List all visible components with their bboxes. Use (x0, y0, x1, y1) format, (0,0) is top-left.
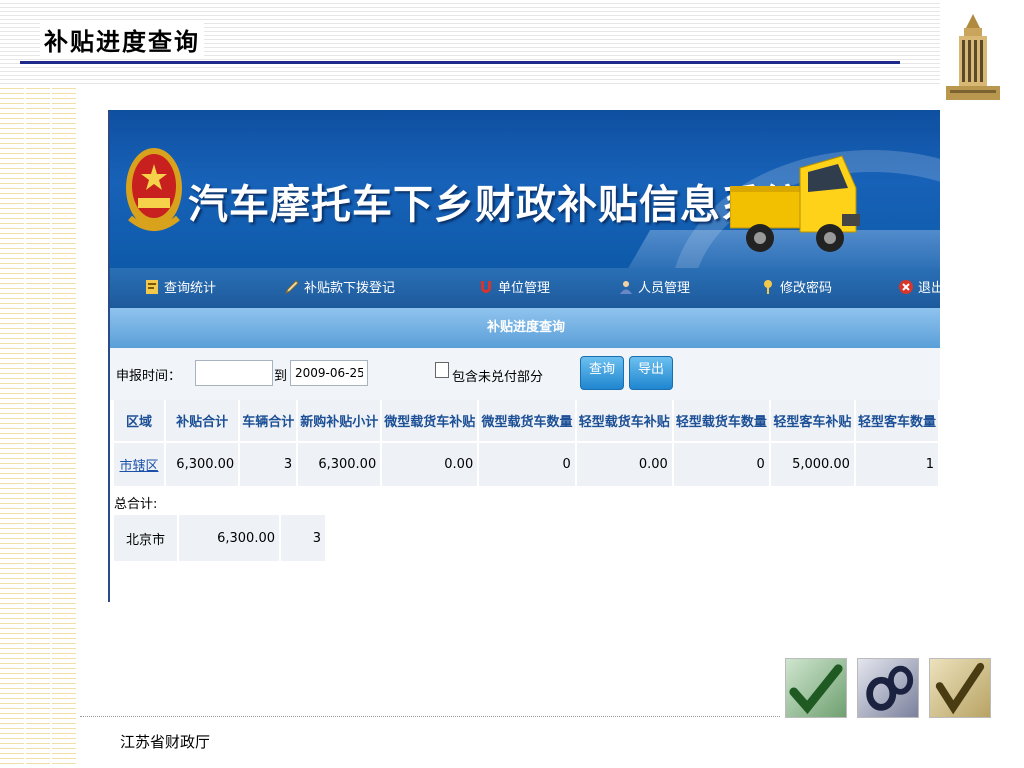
export-button[interactable]: 导出 (629, 356, 673, 390)
check-pen-decoration-icon (929, 658, 991, 718)
date-range-label: 申报时间： (116, 369, 182, 384)
query-button[interactable]: 查询 (580, 356, 624, 390)
zero-decoration-icon (857, 658, 919, 718)
header-light-truck-count: 轻型载货车数量 (672, 400, 771, 442)
key-icon (764, 279, 772, 294)
nav-change-password[interactable]: 修改密码 (760, 277, 832, 296)
report-icon (146, 279, 158, 294)
nav-label: 单位管理 (498, 281, 551, 296)
start-date-input[interactable] (195, 360, 273, 386)
query-form: 申报时间： 到 包含未兑付部分 查询 导出 (110, 348, 940, 400)
header-vehicle-total: 车辆合计 (239, 400, 299, 442)
include-unpaid-label: 包含未兑付部分 (452, 370, 544, 385)
total-vehicle-cell: 3 (280, 515, 327, 561)
region-link-cell: 市辖区 (114, 441, 166, 486)
close-icon (899, 279, 913, 294)
section-title: 补贴进度查询 (110, 308, 940, 348)
table-cell: 0.00 (381, 441, 480, 486)
building-icon (946, 14, 1000, 100)
region-link[interactable]: 市辖区 (119, 459, 158, 474)
header-mini-truck-count: 微型载货车数量 (478, 400, 577, 442)
table-cell: 0 (672, 441, 771, 486)
table-cell: 6,300.00 (164, 441, 241, 486)
table-cell: 0 (478, 441, 577, 486)
nav-label: 查询统计 (164, 281, 217, 296)
header-mini-truck-subsidy: 微型载货车补贴 (381, 400, 480, 442)
table-header-row: 区域 补贴合计 车辆合计 新购补贴小计 微型载货车补贴 微型载货车数量 轻型载货… (114, 400, 940, 442)
truck-illustration (730, 155, 860, 252)
header-subsidy-total: 补贴合计 (164, 400, 241, 442)
table-cell: 1 (854, 441, 940, 486)
nav-unit-management[interactable]: 单位管理 (478, 277, 550, 296)
pen-icon (284, 279, 299, 294)
system-title: 汽车摩托车下乡财政补贴信息系统 (188, 182, 803, 228)
table-cell: 5,000.00 (769, 441, 856, 486)
nav-label: 退出 (918, 281, 940, 296)
left-stripe-decoration (0, 84, 78, 768)
app-screenshot: 汽车摩托车下乡财政补贴信息系统 查询统计 补贴款下拨登记 单位管理 人员管理 修… (108, 110, 940, 602)
main-navigation: 查询统计 补贴款下拨登记 单位管理 人员管理 修改密码 退出 (110, 268, 940, 308)
nav-subsidy-registration[interactable]: 补贴款下拨登记 (284, 277, 395, 296)
table-cell: 6,300.00 (297, 441, 383, 486)
table-row: 市辖区 6,300.00 3 6,300.00 0.00 0 0.00 0 5,… (114, 441, 940, 486)
table-cell: 3 (239, 441, 299, 486)
nav-logout[interactable]: 退出 (898, 277, 940, 296)
nav-label: 人员管理 (638, 281, 691, 296)
magnet-icon (481, 280, 491, 293)
national-emblem-icon (126, 148, 182, 231)
slide-title: 补贴进度查询 (40, 22, 204, 57)
total-region-cell: 北京市 (114, 515, 179, 561)
table-cell: 0.00 (575, 441, 674, 486)
header-region: 区域 (114, 400, 166, 442)
table-row: 北京市 6,300.00 3 (114, 515, 327, 561)
end-date-input[interactable] (290, 360, 368, 386)
header-light-bus-subsidy: 轻型客车补贴 (769, 400, 856, 442)
grand-total-label: 总合计: (114, 497, 158, 512)
grand-total-table: 北京市 6,300.00 3 (114, 515, 327, 561)
footer-organization: 江苏省财政厅 (120, 733, 211, 751)
user-icon (620, 280, 632, 294)
nav-label: 补贴款下拨登记 (304, 281, 396, 296)
nav-label: 修改密码 (780, 281, 833, 296)
header-light-truck-subsidy: 轻型载货车补贴 (575, 400, 674, 442)
footer-divider (80, 716, 780, 717)
title-underline (20, 61, 900, 64)
results-table: 区域 补贴合计 车辆合计 新购补贴小计 微型载货车补贴 微型载货车数量 轻型载货… (114, 400, 940, 486)
nav-query-stats[interactable]: 查询统计 (144, 277, 216, 296)
app-banner: 汽车摩托车下乡财政补贴信息系统 (110, 110, 940, 268)
checkmark-decoration-icon (785, 658, 847, 718)
to-label: 到 (274, 369, 288, 384)
nav-personnel-management[interactable]: 人员管理 (618, 277, 690, 296)
header-light-bus-count: 轻型客车数量 (854, 400, 940, 442)
header-new-purchase-subtotal: 新购补贴小计 (297, 400, 383, 442)
total-subsidy-cell: 6,300.00 (178, 515, 281, 561)
include-unpaid-checkbox[interactable] (435, 362, 449, 378)
